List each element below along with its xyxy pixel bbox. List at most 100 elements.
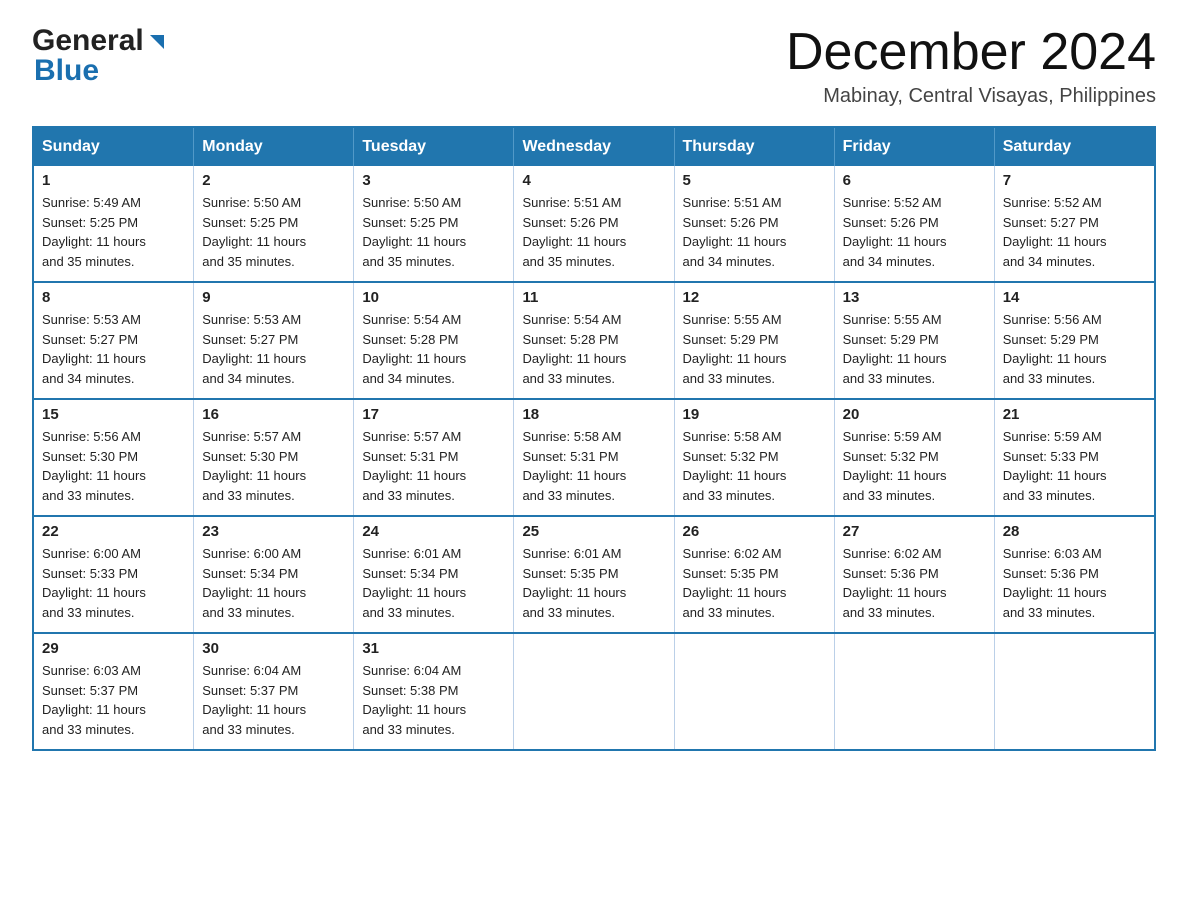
calendar-cell: 7 Sunrise: 5:52 AM Sunset: 5:27 PM Dayli… <box>994 166 1155 282</box>
calendar-cell <box>674 633 834 750</box>
day-info: Sunrise: 6:02 AM Sunset: 5:35 PM Dayligh… <box>683 544 826 622</box>
day-number: 1 <box>42 172 185 189</box>
calendar-cell: 8 Sunrise: 5:53 AM Sunset: 5:27 PM Dayli… <box>33 282 194 399</box>
day-info: Sunrise: 5:52 AM Sunset: 5:27 PM Dayligh… <box>1003 193 1146 271</box>
day-number: 14 <box>1003 289 1146 306</box>
calendar-cell: 2 Sunrise: 5:50 AM Sunset: 5:25 PM Dayli… <box>194 166 354 282</box>
calendar-cell: 27 Sunrise: 6:02 AM Sunset: 5:36 PM Dayl… <box>834 516 994 633</box>
logo-blue-text: Blue <box>32 54 99 88</box>
day-number: 17 <box>362 406 505 423</box>
calendar-cell: 23 Sunrise: 6:00 AM Sunset: 5:34 PM Dayl… <box>194 516 354 633</box>
calendar-week-row: 22 Sunrise: 6:00 AM Sunset: 5:33 PM Dayl… <box>33 516 1155 633</box>
day-number: 5 <box>683 172 826 189</box>
day-number: 15 <box>42 406 185 423</box>
calendar-cell: 3 Sunrise: 5:50 AM Sunset: 5:25 PM Dayli… <box>354 166 514 282</box>
title-block: December 2024 Mabinay, Central Visayas, … <box>786 24 1156 108</box>
calendar-cell: 4 Sunrise: 5:51 AM Sunset: 5:26 PM Dayli… <box>514 166 674 282</box>
column-header-monday: Monday <box>194 127 354 166</box>
calendar-cell: 19 Sunrise: 5:58 AM Sunset: 5:32 PM Dayl… <box>674 399 834 516</box>
day-info: Sunrise: 6:01 AM Sunset: 5:35 PM Dayligh… <box>522 544 665 622</box>
day-info: Sunrise: 5:55 AM Sunset: 5:29 PM Dayligh… <box>683 310 826 388</box>
calendar-cell: 18 Sunrise: 5:58 AM Sunset: 5:31 PM Dayl… <box>514 399 674 516</box>
column-header-thursday: Thursday <box>674 127 834 166</box>
day-number: 13 <box>843 289 986 306</box>
day-info: Sunrise: 5:54 AM Sunset: 5:28 PM Dayligh… <box>522 310 665 388</box>
day-info: Sunrise: 6:04 AM Sunset: 5:37 PM Dayligh… <box>202 661 345 739</box>
calendar-week-row: 15 Sunrise: 5:56 AM Sunset: 5:30 PM Dayl… <box>33 399 1155 516</box>
calendar-week-row: 29 Sunrise: 6:03 AM Sunset: 5:37 PM Dayl… <box>33 633 1155 750</box>
day-info: Sunrise: 5:54 AM Sunset: 5:28 PM Dayligh… <box>362 310 505 388</box>
calendar-cell: 1 Sunrise: 5:49 AM Sunset: 5:25 PM Dayli… <box>33 166 194 282</box>
day-number: 2 <box>202 172 345 189</box>
day-info: Sunrise: 5:58 AM Sunset: 5:31 PM Dayligh… <box>522 427 665 505</box>
calendar-week-row: 1 Sunrise: 5:49 AM Sunset: 5:25 PM Dayli… <box>33 166 1155 282</box>
column-header-sunday: Sunday <box>33 127 194 166</box>
day-number: 28 <box>1003 523 1146 540</box>
day-info: Sunrise: 5:58 AM Sunset: 5:32 PM Dayligh… <box>683 427 826 505</box>
day-info: Sunrise: 6:03 AM Sunset: 5:36 PM Dayligh… <box>1003 544 1146 622</box>
calendar-cell <box>834 633 994 750</box>
day-info: Sunrise: 6:01 AM Sunset: 5:34 PM Dayligh… <box>362 544 505 622</box>
calendar-cell: 17 Sunrise: 5:57 AM Sunset: 5:31 PM Dayl… <box>354 399 514 516</box>
day-number: 31 <box>362 640 505 657</box>
day-info: Sunrise: 6:03 AM Sunset: 5:37 PM Dayligh… <box>42 661 185 739</box>
day-number: 8 <box>42 289 185 306</box>
day-number: 10 <box>362 289 505 306</box>
calendar-cell: 15 Sunrise: 5:56 AM Sunset: 5:30 PM Dayl… <box>33 399 194 516</box>
day-number: 6 <box>843 172 986 189</box>
calendar-cell: 13 Sunrise: 5:55 AM Sunset: 5:29 PM Dayl… <box>834 282 994 399</box>
logo: General Blue <box>32 24 168 88</box>
day-number: 22 <box>42 523 185 540</box>
location-text: Mabinay, Central Visayas, Philippines <box>786 85 1156 108</box>
day-number: 3 <box>362 172 505 189</box>
day-info: Sunrise: 6:00 AM Sunset: 5:33 PM Dayligh… <box>42 544 185 622</box>
day-number: 16 <box>202 406 345 423</box>
calendar-cell: 25 Sunrise: 6:01 AM Sunset: 5:35 PM Dayl… <box>514 516 674 633</box>
calendar-cell: 26 Sunrise: 6:02 AM Sunset: 5:35 PM Dayl… <box>674 516 834 633</box>
page-header: General Blue December 2024 Mabinay, Cent… <box>32 24 1156 108</box>
day-info: Sunrise: 5:55 AM Sunset: 5:29 PM Dayligh… <box>843 310 986 388</box>
calendar-cell: 10 Sunrise: 5:54 AM Sunset: 5:28 PM Dayl… <box>354 282 514 399</box>
day-info: Sunrise: 6:02 AM Sunset: 5:36 PM Dayligh… <box>843 544 986 622</box>
day-number: 19 <box>683 406 826 423</box>
calendar-cell: 5 Sunrise: 5:51 AM Sunset: 5:26 PM Dayli… <box>674 166 834 282</box>
column-header-friday: Friday <box>834 127 994 166</box>
column-header-wednesday: Wednesday <box>514 127 674 166</box>
day-info: Sunrise: 6:00 AM Sunset: 5:34 PM Dayligh… <box>202 544 345 622</box>
calendar-cell: 28 Sunrise: 6:03 AM Sunset: 5:36 PM Dayl… <box>994 516 1155 633</box>
day-info: Sunrise: 5:56 AM Sunset: 5:29 PM Dayligh… <box>1003 310 1146 388</box>
day-number: 30 <box>202 640 345 657</box>
day-info: Sunrise: 5:59 AM Sunset: 5:32 PM Dayligh… <box>843 427 986 505</box>
calendar-cell: 6 Sunrise: 5:52 AM Sunset: 5:26 PM Dayli… <box>834 166 994 282</box>
day-info: Sunrise: 5:59 AM Sunset: 5:33 PM Dayligh… <box>1003 427 1146 505</box>
logo-general-text: General <box>32 24 144 58</box>
day-info: Sunrise: 5:51 AM Sunset: 5:26 PM Dayligh… <box>522 193 665 271</box>
day-number: 29 <box>42 640 185 657</box>
calendar-cell: 20 Sunrise: 5:59 AM Sunset: 5:32 PM Dayl… <box>834 399 994 516</box>
calendar-header-row: SundayMondayTuesdayWednesdayThursdayFrid… <box>33 127 1155 166</box>
day-number: 12 <box>683 289 826 306</box>
day-number: 27 <box>843 523 986 540</box>
calendar-cell: 31 Sunrise: 6:04 AM Sunset: 5:38 PM Dayl… <box>354 633 514 750</box>
day-info: Sunrise: 5:57 AM Sunset: 5:30 PM Dayligh… <box>202 427 345 505</box>
calendar-cell: 14 Sunrise: 5:56 AM Sunset: 5:29 PM Dayl… <box>994 282 1155 399</box>
day-number: 11 <box>522 289 665 306</box>
calendar-cell <box>994 633 1155 750</box>
calendar-cell: 29 Sunrise: 6:03 AM Sunset: 5:37 PM Dayl… <box>33 633 194 750</box>
day-number: 18 <box>522 406 665 423</box>
calendar-cell <box>514 633 674 750</box>
calendar-cell: 12 Sunrise: 5:55 AM Sunset: 5:29 PM Dayl… <box>674 282 834 399</box>
day-number: 7 <box>1003 172 1146 189</box>
day-info: Sunrise: 5:52 AM Sunset: 5:26 PM Dayligh… <box>843 193 986 271</box>
day-info: Sunrise: 5:50 AM Sunset: 5:25 PM Dayligh… <box>202 193 345 271</box>
day-info: Sunrise: 5:50 AM Sunset: 5:25 PM Dayligh… <box>362 193 505 271</box>
logo-triangle-icon <box>146 31 168 53</box>
calendar-week-row: 8 Sunrise: 5:53 AM Sunset: 5:27 PM Dayli… <box>33 282 1155 399</box>
calendar-cell: 11 Sunrise: 5:54 AM Sunset: 5:28 PM Dayl… <box>514 282 674 399</box>
day-info: Sunrise: 5:56 AM Sunset: 5:30 PM Dayligh… <box>42 427 185 505</box>
day-info: Sunrise: 5:53 AM Sunset: 5:27 PM Dayligh… <box>42 310 185 388</box>
day-number: 4 <box>522 172 665 189</box>
column-header-saturday: Saturday <box>994 127 1155 166</box>
calendar-cell: 9 Sunrise: 5:53 AM Sunset: 5:27 PM Dayli… <box>194 282 354 399</box>
calendar-table: SundayMondayTuesdayWednesdayThursdayFrid… <box>32 126 1156 751</box>
